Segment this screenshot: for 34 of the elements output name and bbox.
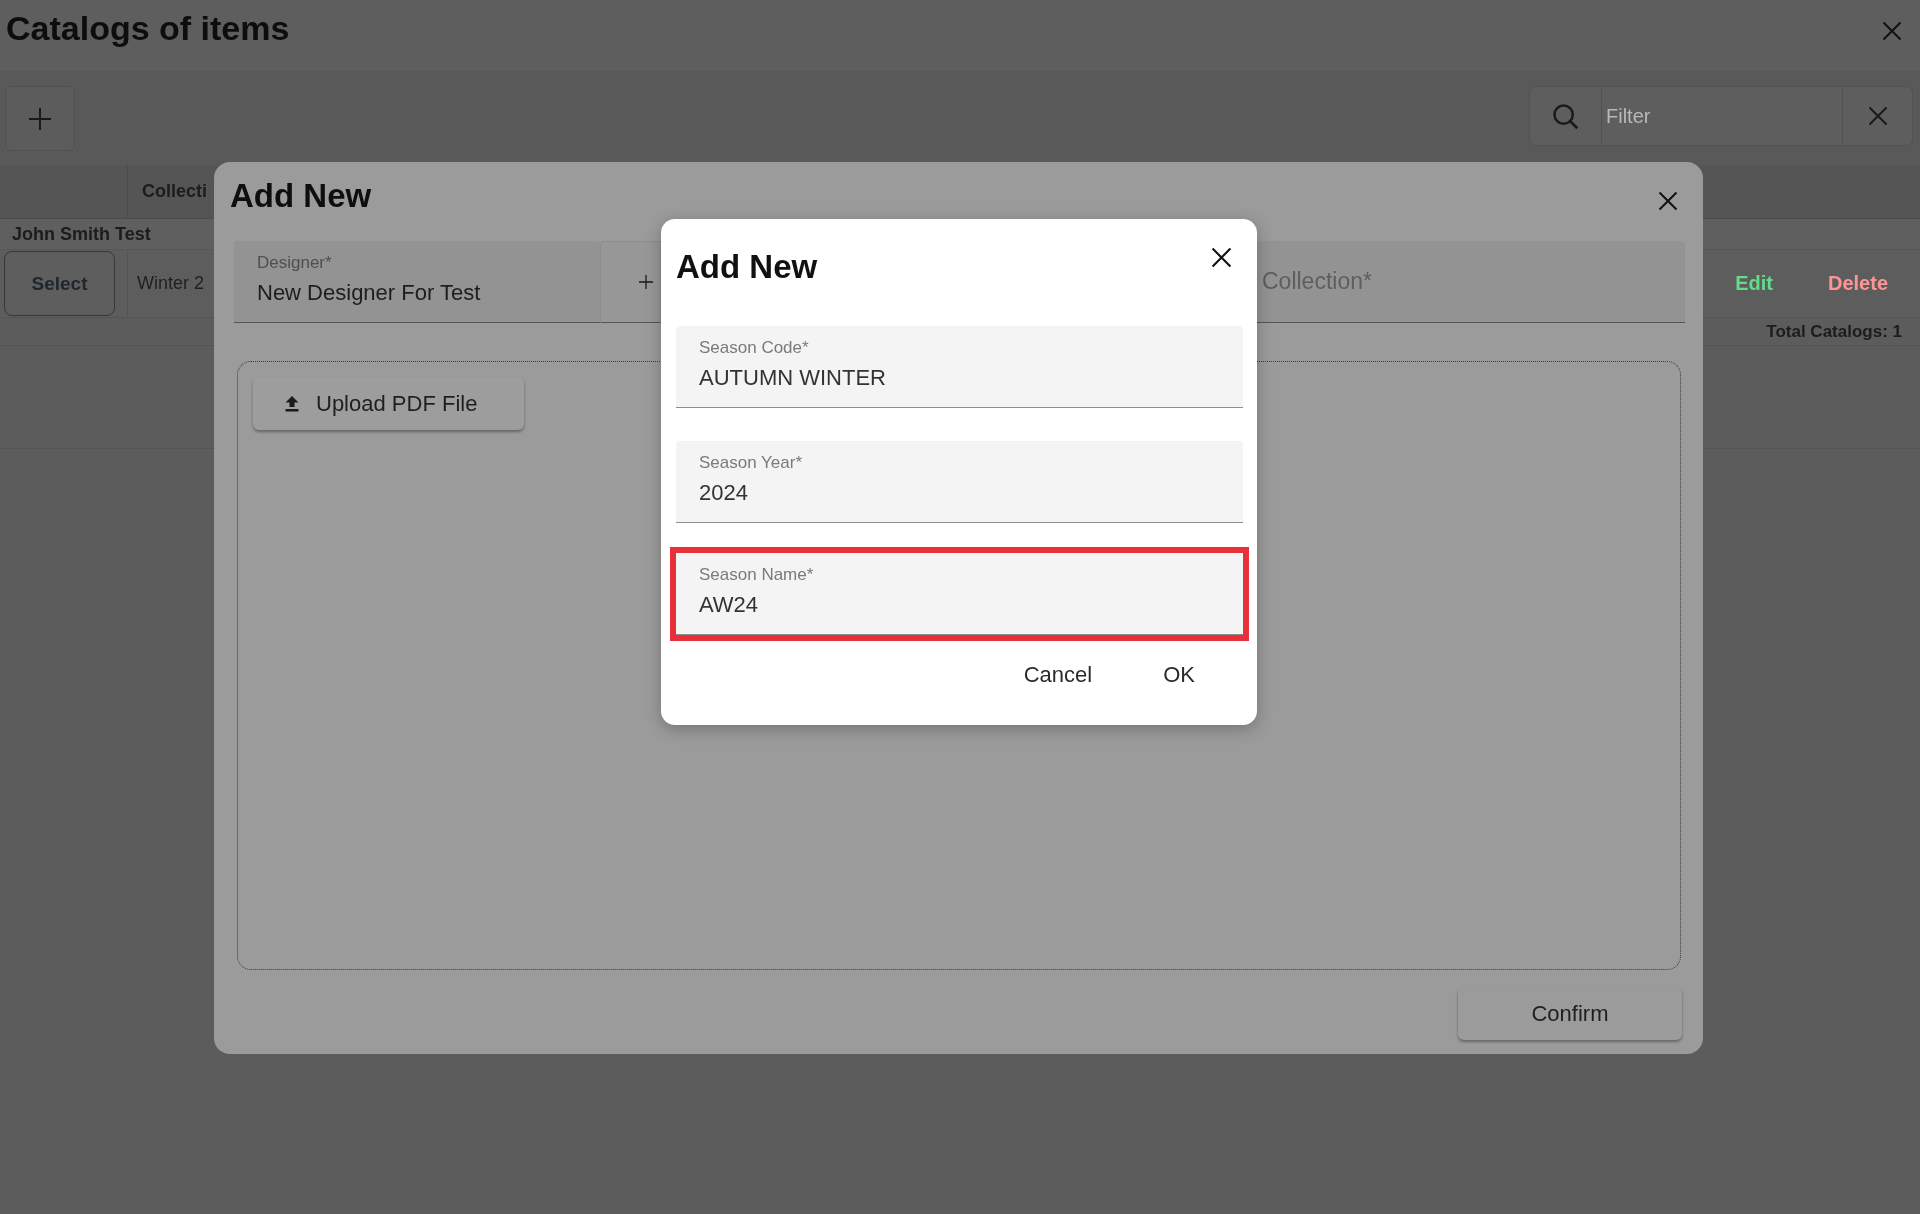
confirm-button[interactable]: Confirm [1458,987,1682,1040]
close-icon[interactable] [1658,191,1678,211]
field-input[interactable]: AW24 [699,591,1233,619]
text-field[interactable]: Season Name* AW24 [676,553,1243,635]
plus-icon [639,275,653,289]
dialog-title: Add New [230,176,372,216]
field-input[interactable]: New Designer For Test [257,279,590,307]
close-icon[interactable] [1211,247,1232,268]
column-header: Collecti [142,181,207,202]
field-input[interactable]: 2024 [699,479,1233,507]
action-link[interactable]: Edit [1735,272,1773,295]
upload-button[interactable]: Upload PDF File [253,377,524,430]
search-bar[interactable]: Filter [1529,86,1913,146]
field-label: Season Name* [699,565,815,585]
search-icon [1553,103,1578,129]
dialog-button[interactable]: OK [1147,655,1211,695]
group-label: John Smith Test [12,223,151,245]
filter-input[interactable]: Filter [1601,87,1843,145]
field-label: Season Year* [699,453,804,473]
dialog-button[interactable]: Cancel [1007,655,1109,695]
text-field[interactable]: Season Year* 2024 [676,441,1243,523]
field-input[interactable]: AUTUMN WINTER [699,364,1233,392]
text-field[interactable]: Season Code* AUTUMN WINTER [676,326,1243,408]
designer-field[interactable]: Designer* New Designer For Test [234,241,600,323]
add-button[interactable] [600,241,661,323]
close-icon [1868,106,1888,126]
page-title: Catalogs of items [6,8,290,48]
field-label: Season Code* [699,338,810,358]
table-cell: Winter 2 [137,273,205,294]
field-label: Designer* [257,253,333,273]
total-count: Total Catalogs: 1 [1766,321,1902,342]
upload-icon [284,395,300,412]
dialog-title: Add New [676,247,818,287]
plus-icon [29,107,51,130]
